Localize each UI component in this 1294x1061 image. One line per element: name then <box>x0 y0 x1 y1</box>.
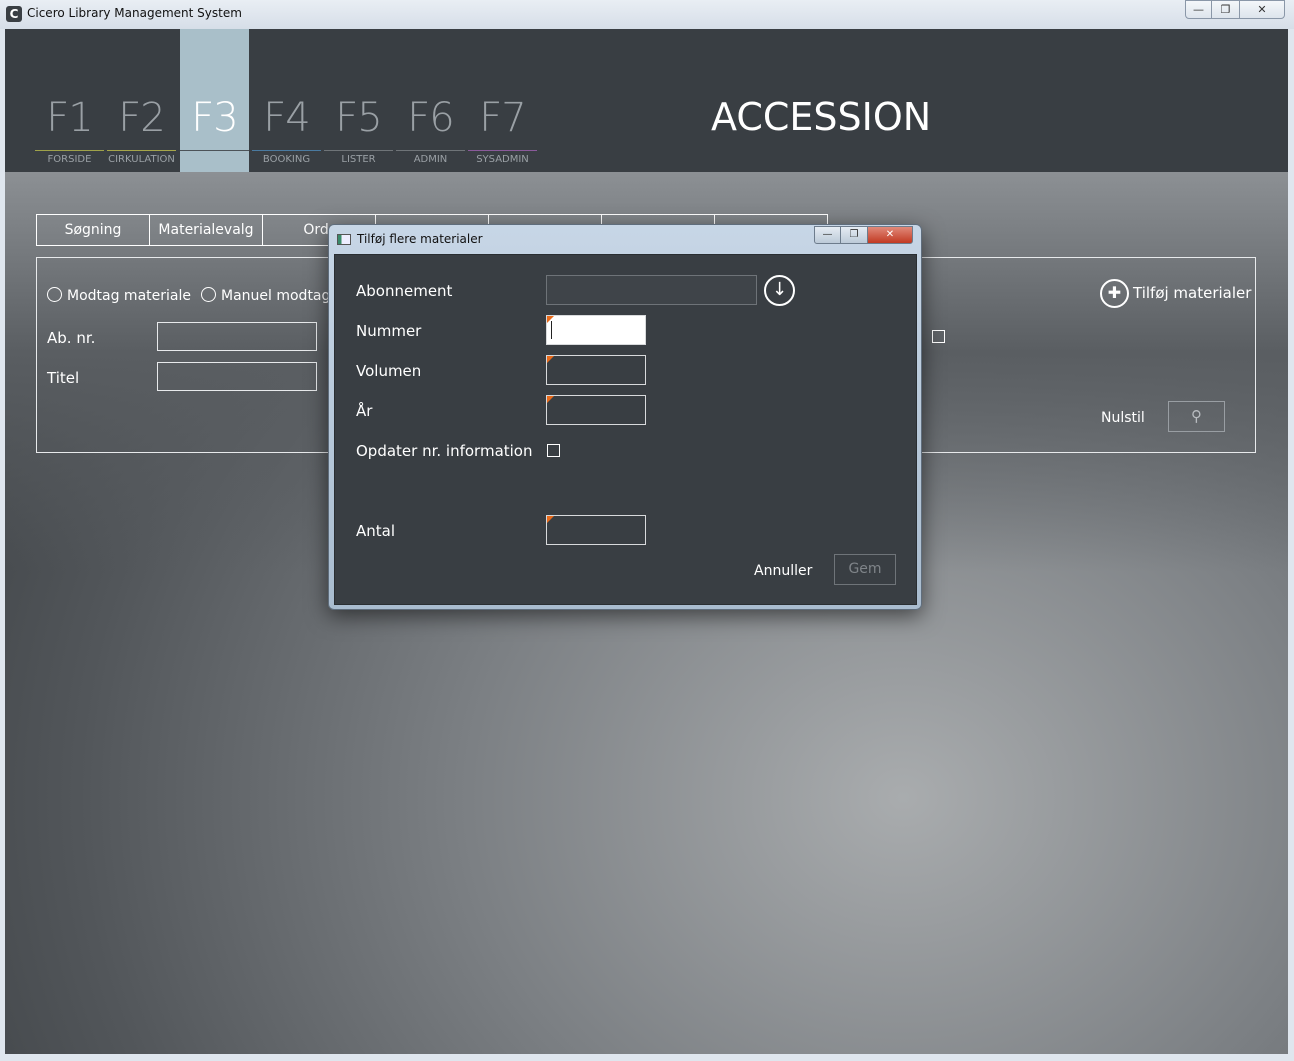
add-materials-label: Tilføj materialer <box>1133 284 1252 302</box>
nav-key-underline <box>107 150 176 151</box>
cancel-button[interactable]: Annuller <box>754 563 812 579</box>
opdater-checkbox[interactable] <box>547 444 560 457</box>
nav-key-number: F5 <box>335 95 382 141</box>
antal-label: Antal <box>356 522 396 540</box>
nav-key-label: ADMIN <box>413 154 448 165</box>
save-button[interactable]: Gem <box>834 554 896 585</box>
page-title: ACCESSION <box>711 95 932 139</box>
nav-key-number: F3 <box>191 95 238 141</box>
dialog-close-button[interactable]: ✕ <box>867 226 913 244</box>
required-marker <box>547 356 554 363</box>
ab-nr-label: Ab. nr. <box>47 329 96 347</box>
nav-key-label: CIRKULATION <box>108 154 175 165</box>
arrow-down-circle-icon[interactable]: ↓ <box>764 275 795 306</box>
dialog-minimize-button[interactable]: — <box>814 226 841 244</box>
nav-key-f5[interactable]: F5 LISTER <box>324 29 393 172</box>
window-maximize-button[interactable]: ❐ <box>1211 0 1240 19</box>
nav-key-f6[interactable]: F6 ADMIN <box>396 29 465 172</box>
add-materials-button[interactable]: ✚ Tilføj materialer <box>1100 279 1251 308</box>
tab-sogning[interactable]: Søgning <box>36 214 150 246</box>
nav-key-label: LISTER <box>341 154 376 165</box>
window-titlebar: C Cicero Library Management System — ❐ ✕ <box>0 0 1294 29</box>
radio-label: Manuel modtage <box>221 288 340 304</box>
nav-key-f3[interactable]: F3 <box>180 29 249 172</box>
opdater-label: Opdater nr. information <box>356 442 533 460</box>
dialog-body: Abonnement ↓ Nummer Volumen År Opdater n… <box>334 254 917 605</box>
nav-key-f4[interactable]: F4 BOOKING <box>252 29 321 172</box>
nummer-input[interactable] <box>546 315 646 345</box>
nav-key-number: F2 <box>118 95 165 141</box>
nav-key-f1[interactable]: F1 FORSIDE <box>35 29 104 172</box>
radio-manual-receive[interactable]: Manuel modtage <box>201 287 339 304</box>
tab-materialevalg[interactable]: Materialevalg <box>149 214 263 246</box>
dialog-title: Tilføj flere materialer <box>357 232 483 246</box>
nav-key-underline <box>324 150 393 151</box>
antal-input[interactable] <box>546 515 646 545</box>
required-marker <box>547 516 554 523</box>
required-marker <box>547 396 554 403</box>
nav-key-label: BOOKING <box>262 154 311 165</box>
radio-receive-material[interactable]: Modtag materiale <box>47 287 191 304</box>
nav-key-number: F1 <box>46 95 93 141</box>
nav-key-number: F7 <box>479 95 526 141</box>
window-close-button[interactable]: ✕ <box>1239 0 1285 19</box>
reset-button[interactable]: Nulstil <box>1101 410 1145 426</box>
nav-key-underline <box>252 150 321 151</box>
search-button[interactable]: ⚲ <box>1168 401 1225 432</box>
abonnement-label: Abonnement <box>356 282 453 300</box>
app-header: F1 FORSIDE F2 CIRKULATION F3 F4 BOOKING … <box>5 29 1288 172</box>
nav-key-underline <box>35 150 104 151</box>
radio-label: Modtag materiale <box>67 288 191 304</box>
aar-input[interactable] <box>546 395 646 425</box>
nav-key-underline <box>396 150 465 151</box>
search-icon: ⚲ <box>1191 407 1202 425</box>
nav-key-number: F6 <box>407 95 454 141</box>
title-input[interactable] <box>157 362 317 391</box>
ab-nr-input[interactable] <box>157 322 317 351</box>
volumen-input[interactable] <box>546 355 646 385</box>
dialog-maximize-button[interactable]: ❐ <box>840 226 868 244</box>
dialog-window-icon <box>337 234 351 245</box>
nummer-label: Nummer <box>356 322 422 340</box>
nav-key-label: SYSADMIN <box>476 154 529 165</box>
window-title: Cicero Library Management System <box>27 6 242 20</box>
text-caret <box>551 321 552 339</box>
nav-key-number: F4 <box>263 95 310 141</box>
nav-key-f7[interactable]: F7 SYSADMIN <box>468 29 537 172</box>
window-minimize-button[interactable]: — <box>1185 0 1212 19</box>
panel-checkbox[interactable] <box>932 330 945 343</box>
abonnement-select[interactable] <box>546 275 757 305</box>
radio-circle <box>47 287 62 302</box>
app-logo-icon: C <box>6 6 22 22</box>
volumen-label: Volumen <box>356 362 422 380</box>
nav-key-underline <box>468 150 537 151</box>
nav-key-underline <box>180 150 249 151</box>
nav-key-label: FORSIDE <box>47 154 92 165</box>
title-label: Titel <box>47 369 80 387</box>
aar-label: År <box>356 402 373 420</box>
nav-key-f2[interactable]: F2 CIRKULATION <box>107 29 176 172</box>
add-materials-dialog: Tilføj flere materialer — ❐ ✕ Abonnement… <box>328 224 922 610</box>
radio-circle <box>201 287 216 302</box>
add-circle-icon: ✚ <box>1100 279 1129 308</box>
